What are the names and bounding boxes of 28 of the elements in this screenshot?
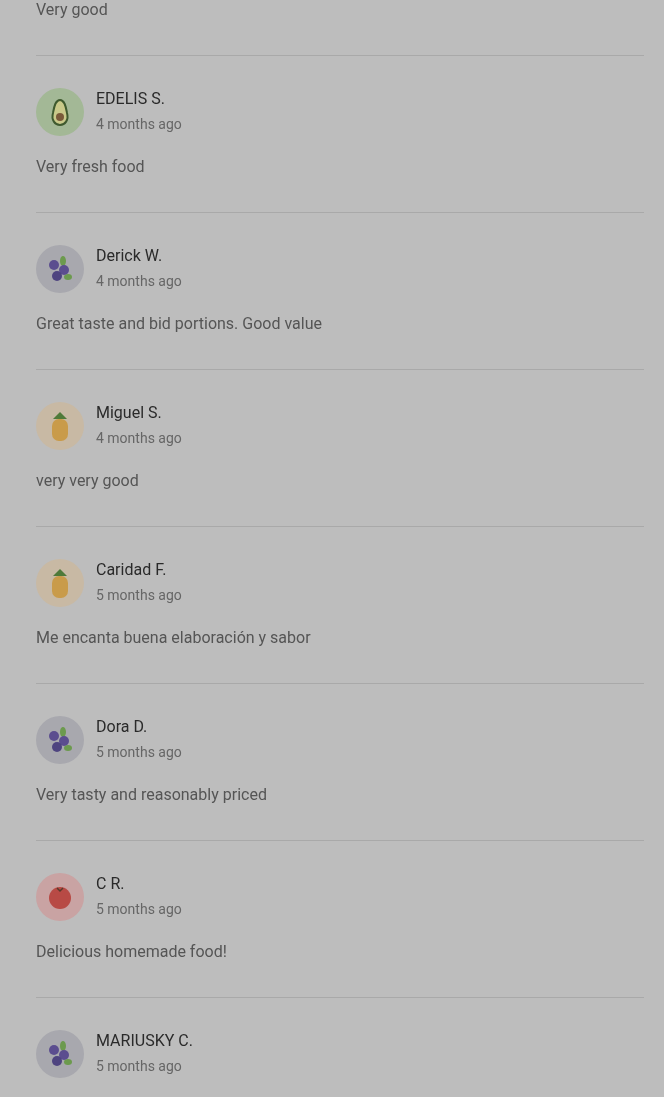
blueberry-avatar-icon [36, 1030, 84, 1078]
tomato-avatar-icon [36, 873, 84, 921]
review-comment: Delicious homemade food! [36, 942, 228, 962]
reviewer-name: C R. [96, 875, 126, 893]
review-time: 4 months ago [96, 115, 182, 134]
review-comment: Great taste and bid portions. Good value [36, 314, 323, 334]
review-time: 5 months ago [96, 1057, 183, 1076]
reviewer-name: EDELIS S. [96, 90, 166, 108]
blueberry-avatar-icon [36, 716, 84, 764]
blueberry-avatar-icon [36, 245, 84, 293]
review-time: 5 months ago [96, 586, 182, 605]
review-time: 5 months ago [96, 743, 182, 762]
avocado-avatar-icon [36, 88, 84, 136]
pineapple-avatar-icon [36, 559, 84, 607]
reviewer-name: Derick W. [96, 247, 164, 265]
review-comment: Very fresh food [36, 157, 146, 177]
review-time: 5 months ago [96, 900, 182, 919]
reviewer-name: Dora D. [96, 718, 149, 736]
review-comment: Me encanta buena elaboración y sabor [36, 628, 312, 648]
pineapple-avatar-icon [36, 402, 84, 450]
review-comment: Very good [36, 0, 109, 20]
reviewer-name: MARIUSKY C. [96, 1032, 193, 1050]
reviewer-name: Caridad F. [96, 561, 168, 579]
review-time: 4 months ago [96, 429, 182, 448]
review-comment: very very good [36, 471, 140, 491]
review-time: 4 months ago [96, 272, 182, 291]
reviewer-name: Miguel S. [96, 404, 163, 422]
review-comment: Very tasty and reasonably priced [36, 785, 268, 805]
